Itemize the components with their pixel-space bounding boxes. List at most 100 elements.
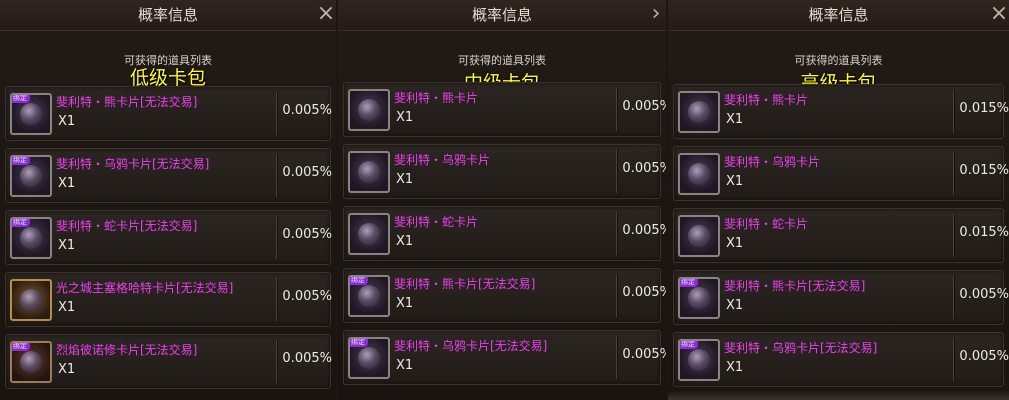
item-row[interactable]: 绑定 斐利特・熊卡片[无法交易] X1 0.005% bbox=[5, 86, 332, 141]
item-quantity: X1 bbox=[726, 236, 744, 251]
card-crow-icon[interactable]: 绑定 bbox=[348, 337, 390, 379]
item-quantity: X1 bbox=[726, 360, 744, 375]
item-quantity: X1 bbox=[396, 296, 414, 311]
drop-rate: 0.005% bbox=[282, 227, 332, 242]
item-row[interactable]: 绑定 斐利特・熊卡片[无法交易] X1 0.005% bbox=[343, 268, 666, 323]
item-name: 烈焰彼诺修卡片[无法交易] bbox=[56, 343, 198, 357]
card-art bbox=[688, 163, 710, 185]
item-quantity: X1 bbox=[58, 238, 76, 253]
probability-info-screen: 概率信息 × 可获得的道具列表 低级卡包 绑定 斐利特・熊卡片[无法交易] X1 0.… bbox=[0, 0, 1009, 400]
panel-header: 概率信息 × bbox=[668, 0, 1009, 31]
item-row[interactable]: 绑定 斐利特・乌鸦卡片[无法交易] X1 0.005% bbox=[343, 330, 666, 385]
card-art bbox=[688, 287, 710, 309]
card-art bbox=[688, 225, 710, 247]
item-row[interactable]: 斐利特・乌鸦卡片 X1 0.005% bbox=[343, 144, 666, 199]
drop-rate: 0.015% bbox=[959, 163, 1009, 178]
card-art bbox=[358, 223, 380, 245]
item-name: 光之城主塞格哈特卡片[无法交易] bbox=[56, 281, 234, 295]
panel-subtitle: 可获得的道具列表 bbox=[458, 54, 546, 67]
panel-header: 概率信息 › bbox=[338, 0, 666, 31]
card-crow-icon[interactable]: 绑定 bbox=[10, 155, 52, 197]
item-quantity: X1 bbox=[396, 234, 414, 249]
item-quantity: X1 bbox=[58, 300, 76, 315]
card-crow-icon[interactable]: 绑定 bbox=[678, 339, 720, 381]
probability-panel-mid: 概率信息 › 可获得的道具列表 中级卡包 斐利特・熊卡片X10.005%斐利特・… bbox=[338, 0, 666, 400]
drop-rate: 0.015% bbox=[959, 101, 1009, 116]
probability-panel-high: 概率信息 × 可获得的道具列表 高级卡包 斐利特・熊卡片 X1 0.015% 斐利特・… bbox=[668, 0, 1009, 400]
drop-rate: 0.005% bbox=[959, 349, 1009, 364]
card-crow-icon[interactable] bbox=[678, 153, 720, 195]
item-quantity: X1 bbox=[726, 174, 744, 189]
card-segahart-icon[interactable] bbox=[10, 279, 52, 321]
card-art bbox=[20, 289, 42, 311]
item-name: 斐利特・蛇卡片[无法交易] bbox=[56, 219, 198, 233]
bottom-edge bbox=[668, 390, 1009, 400]
item-quantity: X1 bbox=[58, 114, 76, 129]
drop-rate: 0.005% bbox=[622, 161, 666, 176]
card-bear-icon[interactable] bbox=[348, 89, 390, 131]
panel-title: 概率信息 bbox=[471, 6, 532, 24]
card-art bbox=[358, 285, 380, 307]
bound-badge: 绑定 bbox=[680, 279, 698, 287]
card-bear-icon[interactable]: 绑定 bbox=[348, 275, 390, 317]
item-name: 斐利特・乌鸦卡片[无法交易] bbox=[724, 341, 878, 355]
bound-badge: 绑定 bbox=[680, 341, 698, 349]
drop-rate: 0.005% bbox=[622, 99, 666, 114]
drop-rate: 0.015% bbox=[959, 225, 1009, 240]
item-name: 斐利特・乌鸦卡片 bbox=[394, 153, 491, 167]
item-quantity: X1 bbox=[58, 176, 76, 191]
drop-rate: 0.005% bbox=[622, 347, 666, 362]
card-snake-icon[interactable]: 绑定 bbox=[10, 217, 52, 259]
bound-badge: 绑定 bbox=[12, 343, 30, 351]
item-name: 斐利特・蛇卡片 bbox=[724, 217, 809, 231]
card-art bbox=[20, 103, 42, 125]
close-icon[interactable]: × bbox=[314, 2, 336, 26]
item-name: 斐利特・乌鸦卡片[无法交易] bbox=[394, 339, 548, 353]
probability-panel-low: 概率信息 × 可获得的道具列表 低级卡包 绑定 斐利特・熊卡片[无法交易] X1 0.… bbox=[0, 0, 336, 400]
item-name: 斐利特・熊卡片 bbox=[724, 93, 809, 107]
item-row[interactable]: 绑定 斐利特・乌鸦卡片[无法交易] X1 0.005% bbox=[673, 332, 1009, 387]
card-bear-icon[interactable]: 绑定 bbox=[10, 93, 52, 135]
drop-rate: 0.005% bbox=[959, 287, 1009, 302]
bound-badge: 绑定 bbox=[350, 339, 368, 347]
drop-rate: 0.005% bbox=[282, 289, 332, 304]
item-row[interactable]: 斐利特・熊卡片 X1 0.005% bbox=[343, 82, 666, 137]
item-name: 斐利特・乌鸦卡片 bbox=[724, 155, 821, 169]
item-quantity: X1 bbox=[396, 172, 414, 187]
card-pinoxiu-icon[interactable]: 绑定 bbox=[10, 341, 52, 383]
card-art bbox=[358, 347, 380, 369]
chevron-right-icon[interactable]: › bbox=[644, 2, 666, 26]
item-row[interactable]: 绑定 斐利特・熊卡片[无法交易] X1 0.005% bbox=[673, 270, 1009, 325]
card-art bbox=[688, 349, 710, 371]
card-bear-icon[interactable] bbox=[678, 91, 720, 133]
card-bear-icon[interactable]: 绑定 bbox=[678, 277, 720, 319]
item-row[interactable]: 绑定 斐利特・乌鸦卡片[无法交易] X1 0.005% bbox=[5, 148, 332, 203]
item-row[interactable]: 绑定 烈焰彼诺修卡片[无法交易] X1 0.005% bbox=[5, 334, 332, 389]
item-quantity: X1 bbox=[396, 358, 414, 373]
card-crow-icon[interactable] bbox=[348, 151, 390, 193]
card-art bbox=[358, 161, 380, 183]
card-snake-icon[interactable] bbox=[348, 213, 390, 255]
card-art bbox=[20, 351, 42, 373]
drop-rate: 0.005% bbox=[282, 103, 332, 118]
item-row[interactable]: 斐利特・蛇卡片 X1 0.015% bbox=[673, 208, 1009, 263]
drop-rate: 0.005% bbox=[622, 223, 666, 238]
item-row[interactable]: 斐利特・蛇卡片 X1 0.005% bbox=[343, 206, 666, 261]
item-row[interactable]: 绑定 斐利特・蛇卡片[无法交易] X1 0.005% bbox=[5, 210, 332, 265]
item-name: 斐利特・熊卡片 bbox=[394, 91, 479, 105]
item-row[interactable]: 斐利特・乌鸦卡片 X1 0.015% bbox=[673, 146, 1009, 201]
item-name: 斐利特・熊卡片[无法交易] bbox=[56, 95, 198, 109]
card-art bbox=[20, 165, 42, 187]
item-row[interactable]: 光之城主塞格哈特卡片[无法交易] X1 0.005% bbox=[5, 272, 332, 327]
item-quantity: X1 bbox=[58, 362, 76, 377]
drop-rate: 0.005% bbox=[282, 351, 332, 366]
close-icon[interactable]: × bbox=[987, 2, 1009, 26]
bound-badge: 绑定 bbox=[350, 277, 368, 285]
item-name: 斐利特・熊卡片[无法交易] bbox=[724, 279, 866, 293]
panel-title: 概率信息 bbox=[137, 6, 198, 24]
card-snake-icon[interactable] bbox=[678, 215, 720, 257]
item-quantity: X1 bbox=[726, 298, 744, 313]
item-row[interactable]: 斐利特・熊卡片 X1 0.015% bbox=[673, 84, 1009, 139]
panel-title: 概率信息 bbox=[808, 6, 869, 24]
item-name: 斐利特・蛇卡片 bbox=[394, 215, 479, 229]
